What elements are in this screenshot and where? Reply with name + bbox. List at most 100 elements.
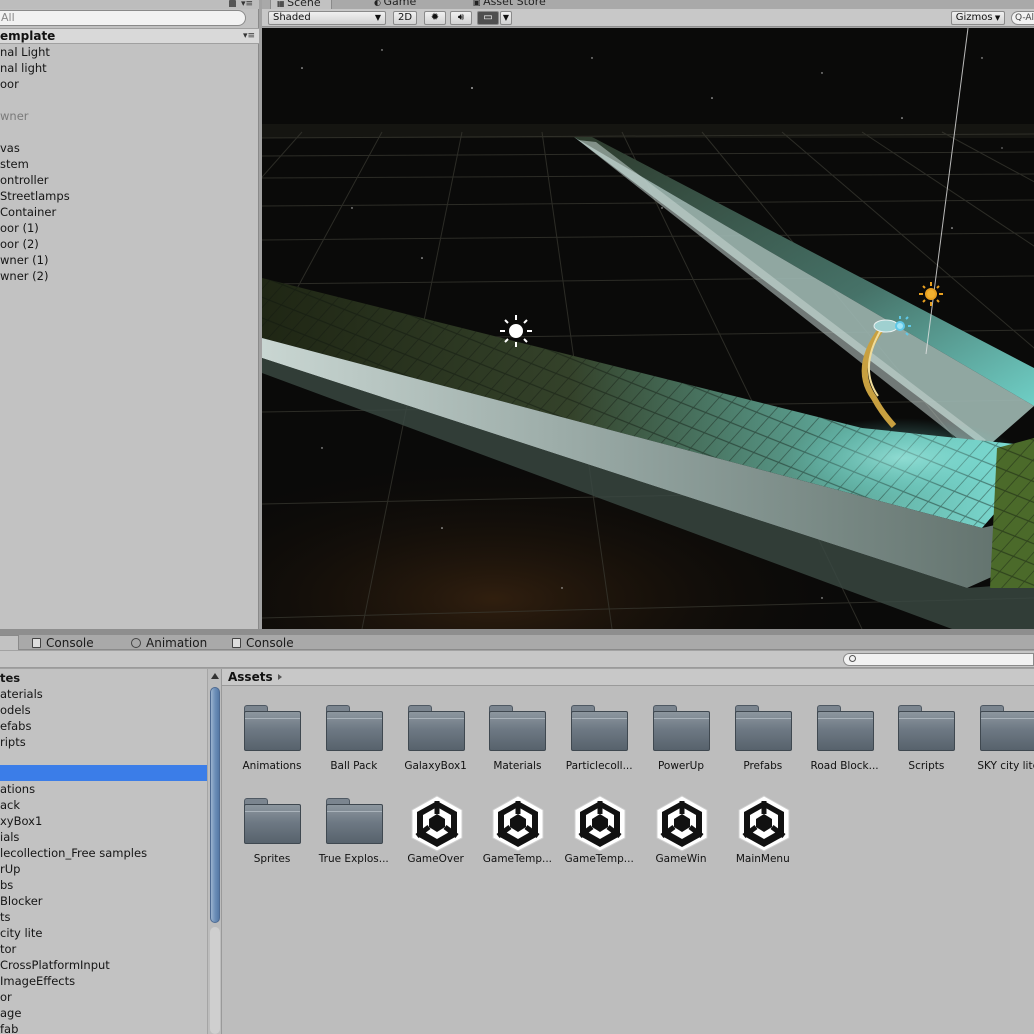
breadcrumb[interactable]: Assets [228, 670, 273, 685]
tab-project[interactable] [0, 635, 19, 650]
folder-icon-shape [325, 705, 383, 751]
hierarchy-item[interactable]: oor (1) [0, 220, 39, 236]
asset-scene[interactable]: GameWin [642, 793, 720, 873]
bottom-tabs: Console Animation Console [0, 635, 1034, 650]
asset-folder[interactable]: SKY city lite [969, 700, 1034, 780]
folder-icon [243, 793, 303, 853]
tab-animation[interactable]: Animation [131, 635, 207, 650]
asset-folder[interactable]: GalaxyBox1 [397, 700, 475, 780]
scene-search-input[interactable]: Q-All [1011, 11, 1034, 25]
clock-icon [131, 638, 141, 648]
sun-icon[interactable]: ✹ [424, 11, 446, 25]
asset-folder[interactable]: Ball Pack [315, 700, 393, 780]
lock-icon[interactable] [229, 0, 236, 7]
tree-item[interactable]: ack [0, 797, 207, 813]
asset-label: GameOver [407, 853, 464, 865]
tree-item[interactable]: odels [0, 702, 207, 718]
chevron-down-icon: ▼ [374, 13, 381, 22]
asset-folder[interactable]: Animations [233, 700, 311, 780]
asset-folder[interactable]: Particlecoll... [560, 700, 638, 780]
hierarchy-item[interactable]: vas [0, 140, 20, 156]
scrollbar-track[interactable] [210, 927, 220, 1034]
hierarchy-search-input[interactable]: All [0, 10, 246, 26]
hierarchy-item[interactable]: ontroller [0, 172, 49, 188]
tab-animation-label: Animation [146, 636, 208, 650]
shading-mode-dropdown[interactable]: Shaded ▼ [268, 11, 386, 25]
tab-scene[interactable]: ▦ Scene [270, 0, 332, 9]
asset-scene[interactable]: GameOver [397, 793, 475, 873]
project-toolbar [0, 651, 1034, 668]
tree-item[interactable]: age [0, 1005, 207, 1021]
asset-label: GameWin [655, 853, 707, 865]
project-search-input[interactable] [843, 653, 1034, 666]
folder-icon-shape [898, 705, 956, 751]
tab-console-1[interactable]: Console [32, 635, 94, 650]
hierarchy-item[interactable]: wner [0, 108, 29, 124]
scene-options-icon[interactable]: ▾≡ [243, 29, 255, 43]
scrollbar-thumb[interactable] [210, 687, 220, 923]
hierarchy-item[interactable]: oor (2) [0, 236, 39, 252]
game-tab-icon: ◐ [374, 0, 384, 7]
asset-folder[interactable]: Prefabs [724, 700, 802, 780]
tab-asset-store[interactable]: ▣ Asset Store [467, 0, 552, 9]
tree-item[interactable]: rUp [0, 861, 207, 877]
unity-icon [407, 793, 467, 853]
folder-icon [243, 700, 303, 760]
tree-item[interactable]: aterials [0, 686, 207, 702]
asset-scene[interactable]: GameTemp... [478, 793, 556, 873]
hierarchy-item[interactable]: wner (1) [0, 252, 48, 268]
tab-game[interactable]: ◐ Game [368, 0, 422, 9]
tree-item[interactable]: ripts [0, 734, 207, 750]
hierarchy-item[interactable]: nal light [0, 60, 47, 76]
hierarchy-item[interactable]: nal Light [0, 44, 50, 60]
hierarchy-scene-header[interactable]: emplate ▾≡ [0, 28, 259, 44]
tree-item[interactable]: ations [0, 781, 207, 797]
asset-folder[interactable]: Materials [478, 700, 556, 780]
hierarchy-item[interactable]: Streetlamps [0, 188, 70, 204]
tree-item[interactable]: bs [0, 877, 207, 893]
effects-chevron-icon[interactable]: ▼ [500, 11, 512, 25]
tree-item[interactable]: ts [0, 909, 207, 925]
tree-item[interactable]: or [0, 989, 207, 1005]
asset-label: MainMenu [735, 853, 790, 865]
hierarchy-item[interactable]: Container [0, 204, 56, 220]
asset-folder[interactable]: True Explos... [315, 793, 393, 873]
tree-item[interactable]: CrossPlatformInput [0, 957, 207, 973]
scroll-up-icon[interactable] [211, 673, 219, 679]
tree-item[interactable]: efabs [0, 718, 207, 734]
image-effects-icon[interactable]: ▭ [477, 11, 499, 25]
tab-console-2[interactable]: Console [232, 635, 294, 650]
scene-render [262, 28, 1034, 629]
gizmos-dropdown[interactable]: Gizmos ▼ [951, 11, 1005, 25]
tree-item[interactable]: Blocker [0, 893, 207, 909]
tree-item[interactable]: lecollection_Free samples [0, 845, 207, 861]
tree-item[interactable]: ImageEffects [0, 973, 207, 989]
tab-menu-icon[interactable]: ▾≡ [241, 0, 253, 9]
asset-folder[interactable]: Sprites [233, 793, 311, 873]
unity-scene-icon [411, 795, 463, 852]
unity-icon [570, 793, 630, 853]
hierarchy-item[interactable]: oor [0, 76, 19, 92]
tree-item[interactable]: ials [0, 829, 207, 845]
tree-item-selected[interactable] [0, 765, 207, 781]
asset-folder[interactable]: PowerUp [642, 700, 720, 780]
toggle-2d-button[interactable]: 2D [393, 11, 417, 25]
asset-label: Prefabs [743, 760, 783, 772]
asset-folder[interactable]: Road Block... [806, 700, 884, 780]
tree-item[interactable]: xyBox1 [0, 813, 207, 829]
hierarchy-item[interactable]: wner (2) [0, 268, 48, 284]
asset-label: GameTemp... [482, 853, 553, 865]
asset-scene[interactable]: MainMenu [724, 793, 802, 873]
tree-item[interactable] [0, 750, 207, 766]
asset-scene[interactable]: GameTemp... [560, 793, 638, 873]
folder-icon [325, 793, 385, 853]
speaker-icon[interactable]: 🔊︎ [450, 11, 472, 25]
tree-item[interactable]: city lite [0, 925, 207, 941]
folder-tree-scrollbar[interactable] [207, 669, 221, 1034]
asset-folder[interactable]: Scripts [887, 700, 965, 780]
tree-item[interactable]: fab [0, 1021, 207, 1034]
hierarchy-item[interactable]: stem [0, 156, 29, 172]
tree-item[interactable]: tes [0, 670, 207, 686]
tree-item[interactable]: tor [0, 941, 207, 957]
scene-viewport[interactable] [262, 28, 1034, 629]
